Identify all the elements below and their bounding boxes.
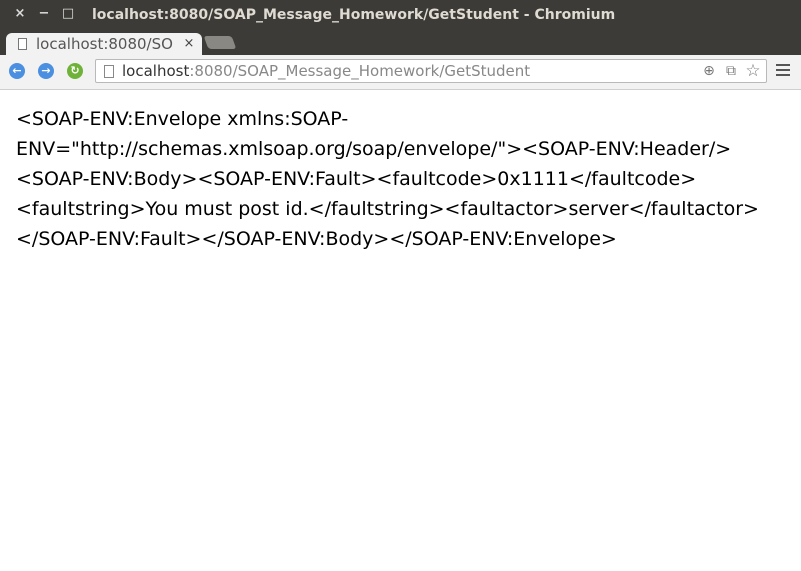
tab-strip: localhost:8080/SO × [0,30,801,55]
content-line: </SOAP-ENV:Fault></SOAP-ENV:Body></SOAP-… [16,228,617,250]
menu-icon[interactable] [776,64,790,78]
window-close-icon[interactable]: × [12,6,28,22]
page-icon [18,38,27,50]
browser-toolbar: ← → ↻ localhost:8080/SOAP_Message_Homewo… [0,55,801,90]
star-icon[interactable]: ☆ [745,63,761,80]
url-path: :8080/SOAP_Message_Homework/GetStudent [189,62,531,80]
content-line: ENV="http://schemas.xmlsoap.org/soap/env… [16,138,732,160]
content-line: <faultstring>You must post id.</faultstr… [16,198,759,220]
forward-icon[interactable]: → [38,63,54,79]
translate-icon[interactable]: ⧉ [723,63,739,79]
back-icon[interactable]: ← [9,63,25,79]
address-bar[interactable]: localhost:8080/SOAP_Message_Homework/Get… [95,59,767,83]
url-host: localhost [122,62,190,80]
window-titlebar: × − □ localhost:8080/SOAP_Message_Homewo… [0,0,801,30]
new-tab-button[interactable] [203,36,237,49]
tab-active[interactable]: localhost:8080/SO × [6,33,202,55]
page-info-icon[interactable] [104,65,114,78]
window-maximize-icon[interactable]: □ [60,6,76,22]
tab-title: localhost:8080/SO [36,35,173,53]
content-line: <SOAP-ENV:Body><SOAP-ENV:Fault><faultcod… [16,168,697,190]
url-text[interactable]: localhost:8080/SOAP_Message_Homework/Get… [122,60,530,82]
zoom-icon[interactable]: ⊕ [701,63,717,79]
tab-close-icon[interactable]: × [182,33,196,55]
page-content: <SOAP-ENV:Envelope xmlns:SOAP- ENV="http… [16,104,791,254]
content-line: <SOAP-ENV:Envelope xmlns:SOAP- [16,108,349,130]
window-minimize-icon[interactable]: − [36,6,52,22]
reload-icon[interactable]: ↻ [67,63,83,79]
window-title: localhost:8080/SOAP_Message_Homework/Get… [92,7,616,23]
